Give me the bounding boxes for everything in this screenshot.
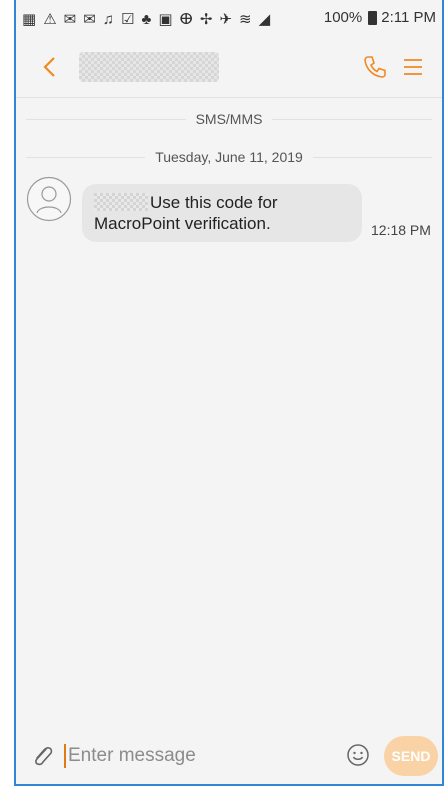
mail-icon: ✉ xyxy=(63,10,77,28)
redacted-code xyxy=(94,193,148,211)
app-bar xyxy=(16,42,442,94)
smiley-icon[interactable] xyxy=(346,743,370,767)
message-input[interactable] xyxy=(68,742,318,770)
paperclip-icon[interactable] xyxy=(30,743,56,769)
status-bar: ▦ ⚠ ✉ ✉ ♫ ☑ ♣ ▣ ⴲ ✢ ✈ ≋ ◢ 100% 2:11 PM xyxy=(16,0,442,38)
signal-icon: ◢ xyxy=(258,10,271,28)
status-right: 100% 2:11 PM xyxy=(324,9,436,26)
airplane-icon: ✈ xyxy=(219,10,233,28)
separator-line xyxy=(26,118,186,120)
android-icon: ♣ xyxy=(141,10,152,28)
phone-icon[interactable] xyxy=(362,54,388,80)
text-cursor xyxy=(64,744,66,768)
warning-icon: ⚠ xyxy=(43,10,57,28)
date-label: Tuesday, June 11, 2019 xyxy=(155,149,303,165)
date-separator: Tuesday, June 11, 2019 xyxy=(16,146,442,168)
separator-line xyxy=(26,156,146,158)
channel-label: SMS/MMS xyxy=(195,111,263,127)
messaging-screen: ▦ ⚠ ✉ ✉ ♫ ☑ ♣ ▣ ⴲ ✢ ✈ ≋ ◢ 100% 2:11 PM S… xyxy=(14,0,444,786)
nfc-icon: ✢ xyxy=(199,10,213,28)
checkbox-icon: ☑ xyxy=(121,10,135,28)
bluetooth-icon: ⴲ xyxy=(179,10,193,28)
wifi-icon: ≋ xyxy=(239,10,252,28)
notification-icons: ▦ ⚠ ✉ ✉ ♫ ☑ ♣ ▣ ⴲ ✢ ✈ ≋ ◢ xyxy=(22,12,270,27)
header-divider xyxy=(16,97,442,98)
separator-line xyxy=(312,156,432,158)
clock: 2:11 PM xyxy=(381,9,436,26)
separator-line xyxy=(272,118,433,120)
menu-icon[interactable] xyxy=(400,54,426,80)
contact-avatar[interactable] xyxy=(26,176,72,222)
bell-icon: ♫ xyxy=(102,10,115,28)
channel-separator: SMS/MMS xyxy=(16,108,442,130)
back-arrow-icon[interactable] xyxy=(36,50,66,84)
message-composer: SEND xyxy=(16,728,442,784)
mail-icon: ✉ xyxy=(83,10,96,28)
message-bubble[interactable]: Use this code for MacroPoint verificatio… xyxy=(82,184,362,242)
message-time: 12:18 PM xyxy=(371,222,431,238)
send-button[interactable]: SEND xyxy=(384,736,438,776)
more-icon: ▦ xyxy=(22,10,37,28)
battery-icon xyxy=(368,10,378,25)
contact-name-redacted[interactable] xyxy=(79,52,219,82)
image-icon: ▣ xyxy=(158,10,173,28)
battery-percent: 100% xyxy=(323,9,363,26)
